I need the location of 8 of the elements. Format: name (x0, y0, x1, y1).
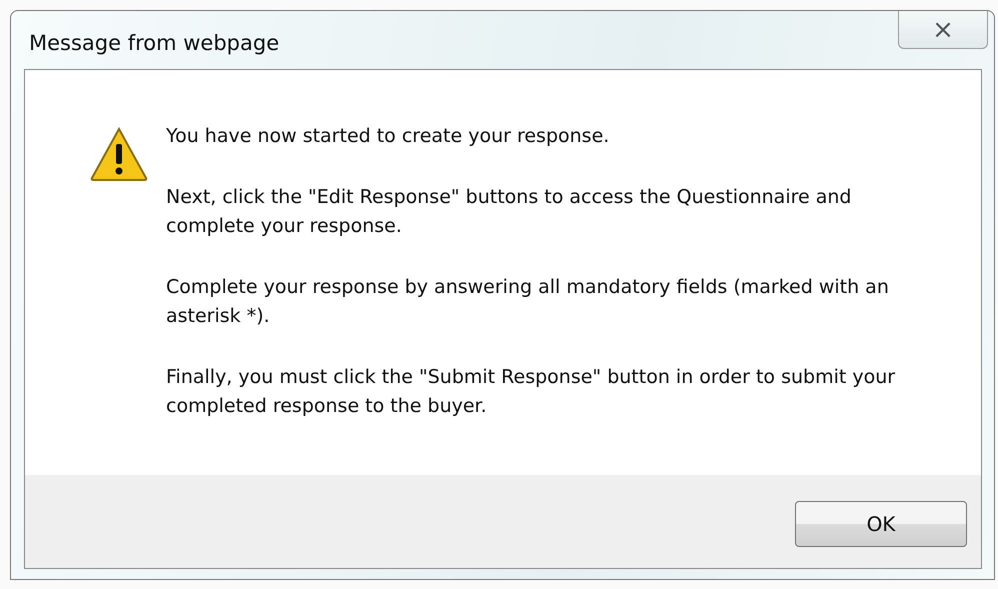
ok-button[interactable]: OK (795, 501, 967, 547)
warning-icon (89, 126, 149, 182)
message-paragraph: Complete your response by answering all mandatory fields (marked with an asterisk *). (166, 275, 890, 329)
message-paragraph: Next, click the "Edit Response" buttons to access the Questionnaire and complete your response. (166, 185, 852, 239)
close-button[interactable]: × (898, 11, 988, 49)
window-title: Message from webpage (29, 31, 280, 55)
message-paragraph: You have now started to create your response. (166, 124, 610, 149)
message-paragraph: Finally, you must click the "Submit Response" button in order to submit your completed response to the buyer. (166, 365, 896, 419)
